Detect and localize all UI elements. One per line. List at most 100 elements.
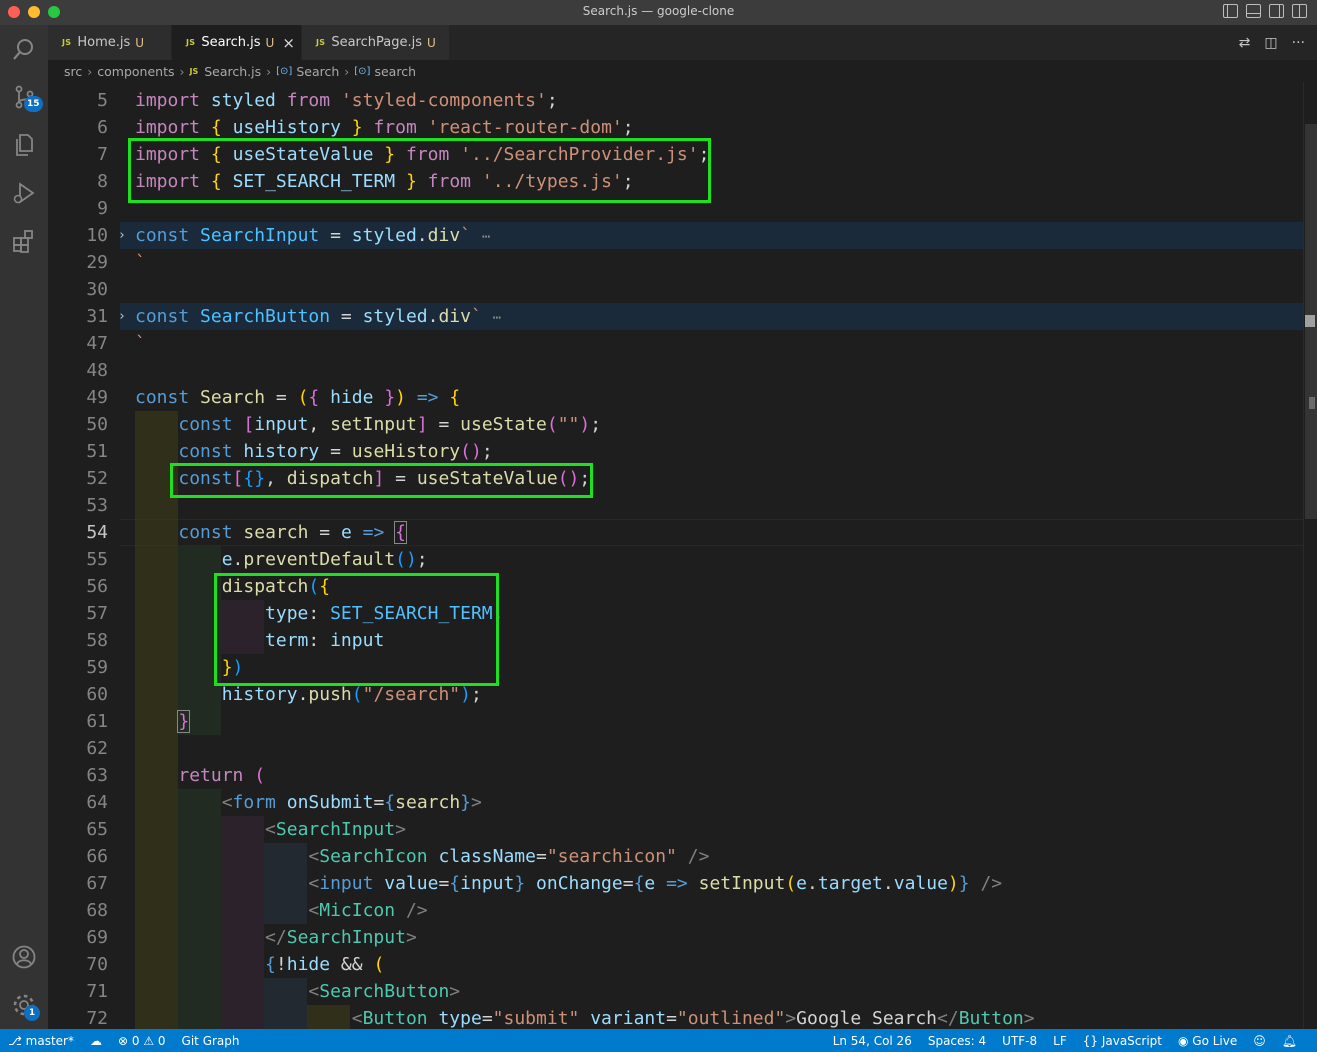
more-actions-icon[interactable]: ··· [1292, 35, 1305, 51]
branch-indicator[interactable]: ⎇ master* [0, 1034, 82, 1048]
line-number: 68 [86, 900, 108, 921]
chevron-right-icon: › [344, 63, 350, 79]
code-line: ` [135, 333, 146, 354]
code-line: <SearchButton> [308, 981, 461, 1002]
scrollbar-marker [1305, 315, 1315, 327]
accounts-activity[interactable] [0, 933, 48, 981]
javascript-file-icon: JS [186, 38, 196, 47]
tab-label: Search.js [201, 35, 261, 50]
line-number: 66 [86, 846, 108, 867]
line-number: 49 [86, 387, 108, 408]
breadcrumb-item[interactable]: src [64, 64, 82, 79]
code-line: e.preventDefault(); [221, 549, 428, 570]
line-number: 53 [86, 495, 108, 516]
line-number: 60 [86, 684, 108, 705]
line-number: 57 [86, 603, 108, 624]
code-line: const [input, setInput] = useState(""); [178, 414, 602, 435]
javascript-file-icon: JS [316, 38, 326, 47]
code-line: const SearchButton = styled.div` ⋯ [135, 306, 502, 327]
tab-label: SearchPage.js [331, 35, 422, 50]
line-number: 59 [86, 657, 108, 678]
code-line: const Search = ({ hide }) => { [135, 387, 461, 408]
feedback-icon[interactable]: ☺ [1245, 1034, 1274, 1048]
line-number: 8 [97, 171, 108, 192]
highlight-box-imports [128, 138, 711, 203]
source-control-activity[interactable]: 15 [0, 73, 48, 121]
files-icon [16, 134, 33, 156]
code-line: return ( [178, 765, 266, 786]
symbol-variable-icon: [⊙] [276, 65, 293, 77]
settings-badge: 1 [24, 1005, 40, 1021]
language-mode[interactable]: {} JavaScript [1075, 1034, 1170, 1048]
sync-icon[interactable]: ☁ [82, 1034, 110, 1048]
line-number: 6 [97, 117, 108, 138]
code-editor[interactable]: 5 6 7 8 9 10 29 30 31 47 48 49 50 51 52 … [48, 82, 1317, 1029]
line-number: 48 [86, 360, 108, 381]
toggle-panel-icon[interactable] [1246, 4, 1261, 18]
explorer-activity[interactable] [0, 121, 48, 169]
git-graph-button[interactable]: Git Graph [174, 1034, 248, 1048]
error-count: 0 [131, 1033, 140, 1048]
line-number: 31 [86, 306, 108, 327]
breadcrumb-item[interactable]: Search.js [204, 64, 261, 79]
code-line: import styled from 'styled-components'; [135, 90, 558, 111]
highlight-box-usestatevalue [170, 463, 593, 498]
breadcrumb-item[interactable]: components [97, 64, 174, 79]
search-activity[interactable] [0, 25, 48, 73]
toggle-secondary-sidebar-icon[interactable] [1269, 4, 1284, 18]
code-line: import { useHistory } from 'react-router… [135, 117, 634, 138]
fold-chevron-icon[interactable]: › [118, 222, 130, 249]
notifications-bell-icon[interactable]: 🔔︎ [1274, 1034, 1305, 1048]
line-number: 47 [86, 333, 108, 354]
line-number: 61 [86, 711, 108, 732]
tab-label: Home.js [77, 35, 131, 50]
close-icon[interactable]: × [282, 34, 295, 52]
line-number: 10 [86, 225, 108, 246]
code-line: } [177, 710, 191, 733]
tab-search-js[interactable]: JS Search.js U × [172, 25, 302, 60]
run-debug-activity[interactable] [0, 169, 48, 217]
tab-searchpage-js[interactable]: JS SearchPage.js U [302, 25, 450, 60]
scrollbar-marker [1309, 397, 1315, 409]
chevron-right-icon: › [87, 63, 93, 79]
fold-chevron-icon[interactable]: › [118, 303, 130, 330]
split-editor-icon[interactable]: ◫ [1264, 35, 1277, 51]
tab-status: U [427, 35, 436, 50]
breadcrumb-item[interactable]: Search [296, 64, 339, 79]
window-title: Search.js — google-clone [582, 4, 735, 18]
line-number: 50 [86, 414, 108, 435]
customize-layout-icon[interactable] [1292, 4, 1307, 18]
breadcrumb: src › components › JS Search.js › [⊙] Se… [48, 60, 1317, 82]
code-line: const history = useHistory(); [178, 441, 493, 462]
extensions-activity[interactable] [0, 217, 48, 265]
line-number: 9 [97, 198, 108, 219]
line-number: 7 [97, 144, 108, 165]
branch-name: master* [25, 1033, 74, 1048]
title-bar: Search.js — google-clone [0, 0, 1317, 25]
line-number: 58 [86, 630, 108, 651]
problems-indicator[interactable]: ⊗ 0 ⚠ 0 [110, 1034, 174, 1048]
encoding[interactable]: UTF-8 [994, 1034, 1045, 1048]
chevron-right-icon: › [266, 63, 272, 79]
tab-status: U [135, 35, 145, 50]
warning-count: 0 [157, 1033, 166, 1048]
code-line: const SearchInput = styled.div` ⋯ [135, 225, 491, 246]
line-number: 5 [97, 90, 108, 111]
warning-icon: ⚠ [143, 1033, 158, 1048]
end-of-line[interactable]: LF [1045, 1034, 1075, 1048]
editor-scrollbar[interactable] [1303, 82, 1317, 1029]
breadcrumb-item[interactable]: search [374, 64, 416, 79]
editor-tabs: JS Home.js U JS Search.js U × JS SearchP… [48, 25, 1317, 60]
compare-changes-icon[interactable]: ⇄ [1239, 35, 1251, 51]
git-branch-icon: ⎇ [8, 1033, 26, 1048]
code-line: {!hide && ( [265, 954, 385, 975]
line-number-active: 54 [86, 522, 108, 543]
toggle-sidebar-icon[interactable] [1223, 4, 1238, 18]
line-number: 30 [86, 279, 108, 300]
tab-home-js[interactable]: JS Home.js U [48, 25, 172, 60]
manage-activity[interactable]: 1 [0, 981, 48, 1029]
line-number: 70 [86, 954, 108, 975]
go-live-button[interactable]: ◉ Go Live [1170, 1034, 1245, 1048]
indentation[interactable]: Spaces: 4 [920, 1034, 994, 1048]
cursor-position[interactable]: Ln 54, Col 26 [825, 1034, 920, 1048]
